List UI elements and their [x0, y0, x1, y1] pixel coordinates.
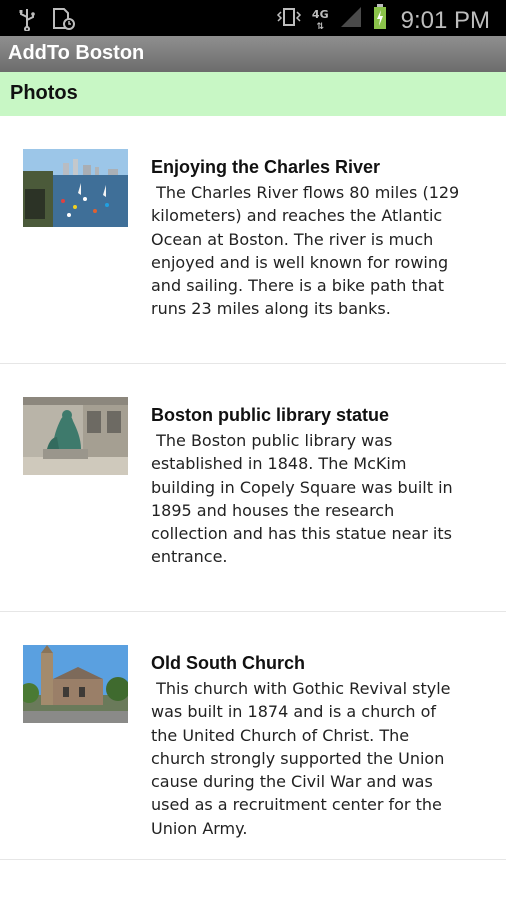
sd-card-icon [50, 6, 76, 40]
app-title-bar: AddTo Boston [0, 36, 506, 72]
battery-charging-icon [373, 4, 387, 38]
list-item[interactable]: Enjoying the Charles River The Charles R… [0, 116, 506, 364]
library-statue-thumbnail[interactable] [23, 397, 128, 475]
network-4g-icon: 4G ⇅ [311, 8, 329, 33]
list-item[interactable]: Old South Church This church with Gothic… [0, 612, 506, 860]
vibrate-icon [276, 5, 302, 37]
section-header: Photos [0, 72, 506, 116]
old-south-church-thumbnail[interactable] [23, 645, 128, 723]
list-item[interactable]: Boston public library statue The Boston … [0, 364, 506, 612]
item-title[interactable]: Old South Church [151, 652, 491, 675]
status-bar: 4G ⇅ 9:01 PM [0, 0, 506, 36]
item-description: The Charles River flows 80 miles (129 ki… [151, 183, 460, 319]
usb-icon [18, 7, 36, 39]
item-description: The Boston public library was establishe… [151, 431, 453, 567]
network-label: 4G [311, 8, 329, 21]
signal-icon [339, 5, 363, 37]
clock: 9:01 PM [400, 7, 490, 34]
app-title: AddTo Boston [8, 42, 145, 64]
item-description: This church with Gothic Revival style wa… [151, 679, 451, 838]
item-title[interactable]: Boston public library statue [151, 404, 491, 427]
item-title[interactable]: Enjoying the Charles River [151, 156, 491, 179]
photo-list[interactable]: Enjoying the Charles River The Charles R… [0, 116, 506, 860]
charles-river-thumbnail[interactable] [23, 149, 128, 227]
section-title: Photos [10, 82, 78, 104]
